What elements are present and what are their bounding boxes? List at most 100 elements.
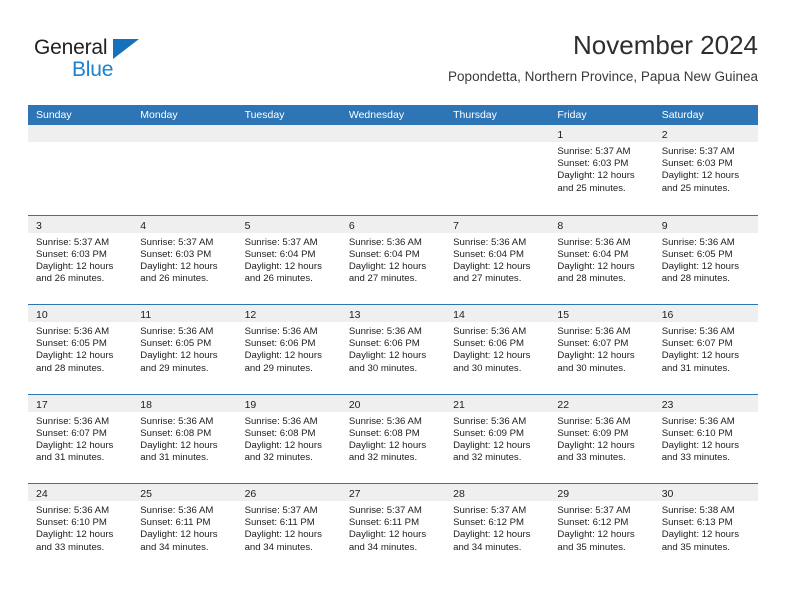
daylight-text-line2: and 31 minutes. <box>661 362 730 374</box>
daylight-text-line1: Daylight: 12 hours <box>661 260 740 272</box>
sunrise-text: Sunrise: 5:36 AM <box>453 415 527 427</box>
calendar-day-cell[interactable]: 22 Sunrise: 5:36 AM Sunset: 6:09 PM Dayligh… <box>549 394 654 484</box>
day-number-band <box>340 125 446 142</box>
day-number: 29 <box>557 488 570 500</box>
calendar-page: General Blue November 2024 Popondetta, N… <box>0 0 792 612</box>
calendar-day-cell[interactable]: 18 Sunrise: 5:36 AM Sunset: 6:08 PM Dayligh… <box>132 394 237 484</box>
sunset-text: Sunset: 6:11 PM <box>140 517 211 529</box>
day-number-band: 19 <box>236 394 341 412</box>
daylight-text-line1: Daylight: 12 hours <box>557 260 635 272</box>
weekday-header-monday: Monday <box>140 109 178 121</box>
day-number: 4 <box>140 219 147 232</box>
sun-info: Sunrise: 5:36 AM Sunset: 6:08 PM Daylight:… <box>132 412 236 465</box>
day-number-band: 4 <box>132 215 237 233</box>
sunset-text: Sunset: 6:08 PM <box>140 427 212 439</box>
logo-text-general: General <box>34 36 108 59</box>
calendar-day-cell[interactable]: 5 Sunrise: 5:37 AM Sunset: 6:04 PM Daylight… <box>236 215 341 305</box>
generalblue-logo[interactable]: General Blue <box>34 36 214 88</box>
calendar-day-cell[interactable]: 29 Sunrise: 5:37 AM Sunset: 6:12 PM Dayligh… <box>549 484 654 573</box>
daylight-text-line1: Daylight: 12 hours <box>140 529 218 541</box>
sun-info: Sunrise: 5:37 AM Sunset: 6:04 PM Daylight:… <box>237 233 341 286</box>
sunset-text: Sunset: 6:06 PM <box>348 338 420 350</box>
day-number: 7 <box>453 219 459 232</box>
calendar-day-cell[interactable]: 14 Sunrise: 5:36 AM Sunset: 6:06 PM Dayligh… <box>445 305 550 394</box>
day-number-band: 15 <box>549 305 654 322</box>
day-number-band <box>28 125 133 142</box>
daylight-text-line1: Daylight: 12 hours <box>244 529 322 541</box>
calendar-day-cell[interactable]: 11 Sunrise: 5:36 AM Sunset: 6:05 PM Dayligh… <box>132 305 237 394</box>
calendar-cell-empty <box>28 125 133 215</box>
calendar-day-cell[interactable]: 13 Sunrise: 5:36 AM Sunset: 6:06 PM Dayligh… <box>340 305 446 394</box>
sunrise-text: Sunrise: 5:36 AM <box>36 415 110 427</box>
daylight-text-line2: and 35 minutes. <box>661 541 730 553</box>
sunrise-text: Sunrise: 5:37 AM <box>36 236 110 248</box>
sunset-text: Sunset: 6:03 PM <box>140 248 212 260</box>
day-number-band: 18 <box>132 394 237 412</box>
calendar-day-cell[interactable]: 28 Sunrise: 5:37 AM Sunset: 6:12 PM Dayligh… <box>445 484 550 573</box>
sun-info: Sunrise: 5:37 AM Sunset: 6:03 PM Daylight:… <box>549 142 653 195</box>
calendar-day-cell[interactable]: 1 Sunrise: 5:37 AM Sunset: 6:03 PM Daylight… <box>549 125 654 215</box>
daylight-text-line2: and 26 minutes. <box>244 273 313 285</box>
sun-info: Sunrise: 5:36 AM Sunset: 6:05 PM Daylight:… <box>132 322 236 375</box>
calendar-day-cell[interactable]: 9 Sunrise: 5:36 AM Sunset: 6:05 PM Daylight… <box>653 215 758 305</box>
calendar-day-cell[interactable]: 16 Sunrise: 5:36 AM Sunset: 6:07 PM Dayligh… <box>653 305 758 394</box>
sun-info: Sunrise: 5:36 AM Sunset: 6:07 PM Daylight:… <box>28 412 132 465</box>
daylight-text-line2: and 33 minutes. <box>661 452 730 464</box>
calendar-day-cell[interactable]: 19 Sunrise: 5:36 AM Sunset: 6:08 PM Dayligh… <box>236 394 341 484</box>
sunset-text: Sunset: 6:04 PM <box>244 248 316 260</box>
calendar-day-cell[interactable]: 27 Sunrise: 5:37 AM Sunset: 6:11 PM Dayligh… <box>340 484 446 573</box>
day-number: 21 <box>453 398 465 411</box>
daylight-text-line2: and 27 minutes. <box>453 273 522 285</box>
calendar-day-cell[interactable]: 4 Sunrise: 5:37 AM Sunset: 6:03 PM Daylight… <box>132 215 237 305</box>
daylight-text-line2: and 28 minutes. <box>557 273 626 285</box>
daylight-text-line1: Daylight: 12 hours <box>453 529 531 541</box>
sun-info: Sunrise: 5:36 AM Sunset: 6:07 PM Daylight:… <box>549 322 653 375</box>
calendar-day-cell[interactable]: 3 Sunrise: 5:37 AM Sunset: 6:03 PM Daylight… <box>28 215 133 305</box>
calendar-day-cell[interactable]: 12 Sunrise: 5:36 AM Sunset: 6:06 PM Dayligh… <box>236 305 341 394</box>
day-number-band: 5 <box>236 215 341 233</box>
calendar-day-cell[interactable]: 24 Sunrise: 5:36 AM Sunset: 6:10 PM Dayligh… <box>28 484 133 573</box>
sunrise-text: Sunrise: 5:36 AM <box>661 326 735 337</box>
sunset-text: Sunset: 6:09 PM <box>557 427 629 439</box>
calendar-day-cell[interactable]: 8 Sunrise: 5:36 AM Sunset: 6:04 PM Daylight… <box>549 215 654 305</box>
calendar-day-cell[interactable]: 30 Sunrise: 5:38 AM Sunset: 6:13 PM Dayligh… <box>653 484 758 573</box>
day-number: 11 <box>140 309 152 321</box>
daylight-text-line2: and 25 minutes. <box>661 182 730 194</box>
daylight-text-line2: and 28 minutes. <box>661 273 730 285</box>
calendar-day-cell[interactable]: 20 Sunrise: 5:36 AM Sunset: 6:08 PM Dayligh… <box>340 394 446 484</box>
calendar-day-cell[interactable]: 21 Sunrise: 5:36 AM Sunset: 6:09 PM Dayligh… <box>445 394 550 484</box>
calendar-day-cell[interactable]: 7 Sunrise: 5:36 AM Sunset: 6:04 PM Daylight… <box>445 215 550 305</box>
day-number: 14 <box>453 309 465 321</box>
logo-text-blue: Blue <box>72 58 114 81</box>
day-number-band: 2 <box>653 125 758 142</box>
sun-info: Sunrise: 5:36 AM Sunset: 6:09 PM Daylight:… <box>445 412 549 465</box>
daylight-text-line2: and 29 minutes. <box>140 362 209 374</box>
calendar-day-cell[interactable]: 23 Sunrise: 5:36 AM Sunset: 6:10 PM Dayligh… <box>653 394 758 484</box>
daylight-text-line2: and 33 minutes. <box>36 541 105 553</box>
calendar-day-cell[interactable]: 26 Sunrise: 5:37 AM Sunset: 6:11 PM Dayligh… <box>236 484 341 573</box>
calendar-day-cell[interactable]: 17 Sunrise: 5:36 AM Sunset: 6:07 PM Dayligh… <box>28 394 133 484</box>
daylight-text-line1: Daylight: 12 hours <box>557 529 635 541</box>
triangle-icon <box>113 39 139 59</box>
day-number: 25 <box>140 488 152 500</box>
day-number-band <box>236 125 341 142</box>
daylight-text-line1: Daylight: 12 hours <box>244 260 322 272</box>
calendar-body: 1 Sunrise: 5:37 AM Sunset: 6:03 PM Daylight… <box>28 125 758 573</box>
calendar-day-cell[interactable]: 6 Sunrise: 5:36 AM Sunset: 6:04 PM Daylight… <box>340 215 446 305</box>
daylight-text-line1: Daylight: 12 hours <box>661 170 740 182</box>
calendar-cell-empty <box>445 125 550 215</box>
daylight-text-line2: and 27 minutes. <box>348 273 418 285</box>
calendar-day-cell[interactable]: 2 Sunrise: 5:37 AM Sunset: 6:03 PM Daylight… <box>653 125 758 215</box>
calendar-day-cell[interactable]: 15 Sunrise: 5:36 AM Sunset: 6:07 PM Dayligh… <box>549 305 654 394</box>
sunrise-text: Sunrise: 5:36 AM <box>557 326 631 337</box>
daylight-text-line1: Daylight: 12 hours <box>348 260 427 272</box>
day-number: 30 <box>661 488 674 500</box>
sunrise-text: Sunrise: 5:36 AM <box>557 236 631 248</box>
day-number: 10 <box>36 309 48 321</box>
calendar-day-cell[interactable]: 25 Sunrise: 5:36 AM Sunset: 6:11 PM Dayligh… <box>132 484 237 573</box>
sunrise-text: Sunrise: 5:37 AM <box>557 146 631 157</box>
calendar-day-cell[interactable]: 10 Sunrise: 5:36 AM Sunset: 6:05 PM Dayligh… <box>28 305 133 394</box>
day-number: 24 <box>36 488 48 500</box>
sunset-text: Sunset: 6:11 PM <box>244 517 315 529</box>
sunrise-text: Sunrise: 5:36 AM <box>244 415 318 427</box>
